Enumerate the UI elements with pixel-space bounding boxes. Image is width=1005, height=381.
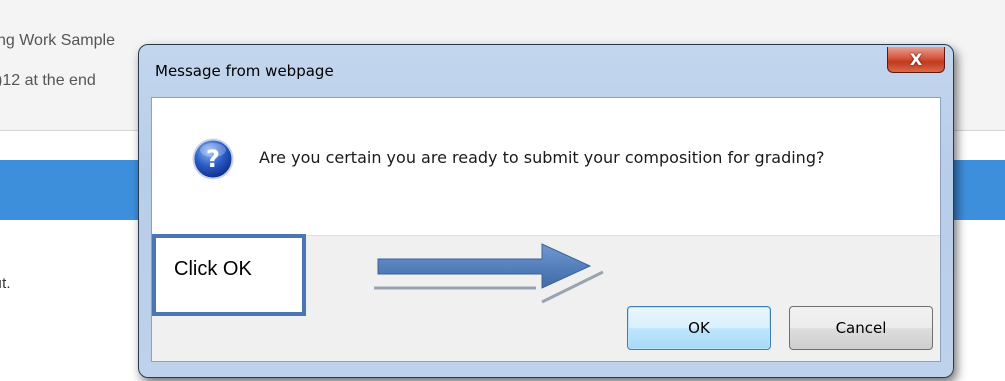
close-button[interactable]: X — [887, 47, 945, 73]
message-dialog: Message from webpage X ? Are you certain… — [138, 44, 954, 378]
ok-button[interactable]: OK — [627, 306, 771, 350]
message-area: ? Are you certain you are ready to submi… — [152, 98, 940, 235]
dialog-message: Are you certain you are ready to submit … — [259, 148, 825, 167]
close-icon: X — [909, 50, 923, 69]
dialog-titlebar[interactable]: Message from webpage X — [139, 45, 953, 97]
annotation-label: Click OK — [174, 258, 252, 280]
question-glyph: ? — [206, 145, 220, 173]
page-text-line: ıt. — [0, 275, 11, 292]
cancel-button[interactable]: Cancel — [789, 306, 933, 350]
dialog-title: Message from webpage — [155, 62, 334, 80]
question-icon: ? — [192, 138, 234, 180]
arrow-right-icon — [374, 243, 604, 304]
page-text-line: ng Work Sample — [0, 32, 115, 49]
dialog-content: ? Are you certain you are ready to submi… — [151, 97, 941, 362]
page-text-line: )12 at the end — [0, 72, 96, 89]
